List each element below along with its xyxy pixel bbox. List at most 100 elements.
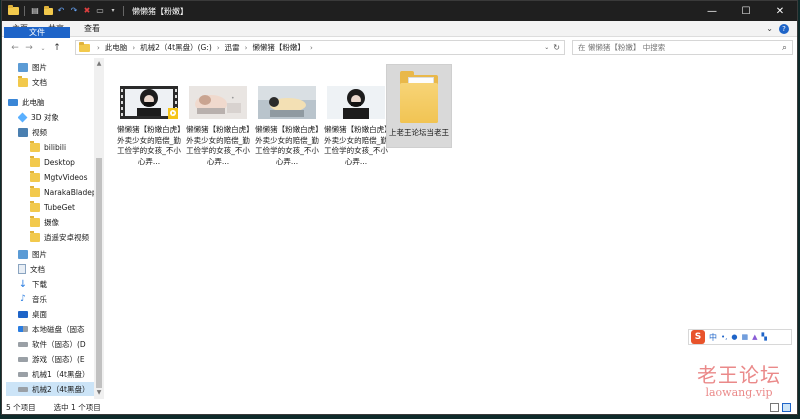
properties-icon[interactable]: ▤ — [30, 6, 40, 16]
recent-locations-icon[interactable]: ⌄ — [36, 41, 50, 55]
ime-language-toggle[interactable]: 中 — [709, 332, 717, 343]
details-view-icon[interactable] — [770, 403, 779, 412]
delete-icon[interactable]: ✖ — [82, 6, 92, 16]
item-count: 5 个项目 — [6, 403, 36, 412]
breadcrumb-xunlei[interactable]: 迅雷 — [225, 42, 240, 53]
tab-view[interactable]: 查看 — [74, 21, 110, 36]
mic-icon[interactable]: ● — [731, 333, 737, 341]
chevron-right-icon[interactable]: › — [97, 44, 100, 52]
music-icon: ♪ — [20, 293, 26, 304]
search-input[interactable] — [578, 43, 782, 52]
chevron-right-icon[interactable]: › — [217, 44, 220, 52]
nav-item-pictures[interactable]: 图片 — [18, 247, 106, 261]
keyboard-icon[interactable]: ▦ — [741, 333, 748, 341]
drive-icon — [18, 356, 28, 362]
nav-item-videos[interactable]: 视频 — [18, 125, 106, 139]
folder-icon — [8, 5, 19, 15]
folder-icon — [400, 71, 438, 125]
folder-icon — [30, 140, 40, 152]
customize-toolbar-icon[interactable]: ▾ — [108, 6, 118, 16]
nav-item-desktop[interactable]: 桌面 — [18, 307, 106, 321]
back-arrow-icon[interactable]: ← — [8, 41, 22, 55]
divider — [123, 6, 124, 16]
nav-pane-scrollbar[interactable]: ▲ ▼ — [94, 58, 104, 399]
pc-icon — [8, 98, 18, 106]
nav-item-downloads[interactable]: ↓ 下载 — [18, 277, 106, 291]
chevron-down-icon[interactable]: ⌄ — [544, 44, 549, 51]
file-list: 懒懒猪【粉嫩白虎】外卖少女的赔偿_勤工俭学的女孩_不小心弄... • 懒懒猪【粉… — [106, 58, 797, 399]
file-item[interactable]: 懒懒猪【粉嫩白虎】外卖少女的赔偿_勤工俭学的女孩_不小心弄... — [116, 64, 182, 174]
video-thumbnail — [120, 86, 178, 119]
file-name: 懒懒猪【粉嫩白虎】外卖少女的赔偿_勤工俭学的女孩_不小心弄... — [255, 125, 319, 166]
file-item[interactable]: 懒懒猪【粉嫩白虎】外卖少女的赔偿_勤工俭学的女孩_不小心弄... — [254, 64, 320, 174]
up-arrow-icon[interactable]: ↑ — [50, 41, 64, 55]
forward-arrow-icon[interactable]: → — [22, 41, 36, 55]
drive-icon — [18, 341, 28, 347]
scrollbar-thumb[interactable] — [96, 158, 102, 388]
help-icon[interactable]: ? — [779, 23, 789, 34]
video-thumbnail: • — [189, 86, 247, 119]
file-item[interactable]: 懒懒猪【粉嫩白虎】外卖少女的赔偿_勤工俭学的女孩_不小心弄... — [323, 64, 389, 174]
chevron-right-icon[interactable]: › — [245, 44, 248, 52]
folder-item[interactable]: 上老王论坛当老王 — [386, 64, 452, 148]
folder-icon — [30, 185, 40, 197]
ribbon-tabs: 文件 主页 共享 查看 ⌄ ? — [2, 21, 797, 137]
refresh-icon[interactable]: ↻ — [553, 43, 560, 52]
divider — [24, 6, 25, 16]
address-actions: ⌄ ↻ — [544, 43, 564, 52]
search-box[interactable]: ⌕ — [572, 40, 793, 55]
skin-icon[interactable]: ▲ — [752, 333, 757, 341]
file-name: 懒懒猪【粉嫩白虎】外卖少女的赔偿_勤工俭学的女孩_不小心弄... — [186, 125, 250, 166]
ime-toolbar: S 中 •, ● ▦ ▲ ▚ — [688, 329, 792, 345]
status-bar: 5 个项目 选中 1 个项目 — [2, 399, 797, 414]
breadcrumb-this-pc[interactable]: 此电脑 — [105, 42, 128, 53]
rename-icon[interactable]: ▭ — [95, 6, 105, 16]
nav-item-this-pc[interactable]: 此电脑 — [8, 95, 100, 109]
watermark-text: 老王论坛 — [697, 363, 781, 387]
address-bar[interactable]: › 此电脑 › 机械2（4t黑盘）(G:) › 迅雷 › 懒懒猪【粉嫩】 › ⌄… — [75, 40, 565, 55]
ime-punctuation-toggle[interactable]: •, — [721, 333, 727, 341]
scroll-down-icon[interactable]: ▼ — [94, 389, 104, 396]
nav-item-documents-pinned[interactable]: 文档 — [18, 75, 106, 89]
sogou-logo-icon[interactable]: S — [691, 330, 705, 344]
file-item[interactable]: • 懒懒猪【粉嫩白虎】外卖少女的赔偿_勤工俭学的女孩_不小心弄... — [185, 64, 251, 174]
nav-item-drive-mech1[interactable]: 机械1（4t黑盘） — [18, 367, 94, 381]
chevron-right-icon[interactable]: › — [310, 44, 313, 52]
nav-item-pictures-pinned[interactable]: 图片 — [18, 60, 106, 74]
redo-icon[interactable]: ↷ — [69, 6, 79, 16]
breadcrumb-current-folder[interactable]: 懒懒猪【粉嫩】 — [252, 42, 305, 53]
nav-item-local-disk-c[interactable]: 本地磁盘（固态 — [18, 322, 94, 336]
nav-item-music[interactable]: ♪ 音乐 — [18, 292, 106, 306]
breadcrumb-drive[interactable]: 机械2（4t黑盘）(G:) — [140, 42, 212, 53]
scroll-up-icon[interactable]: ▲ — [94, 60, 104, 67]
desktop-icon — [18, 310, 28, 318]
folder-icon — [30, 155, 40, 167]
close-button[interactable]: ✕ — [763, 1, 797, 21]
watermark: 老王论坛 laowang.vip — [680, 364, 798, 399]
chevron-down-icon[interactable]: ⌄ — [766, 24, 773, 33]
grid-icon[interactable]: ▚ — [761, 333, 766, 341]
maximize-button[interactable]: ☐ — [729, 1, 763, 21]
folder-icon — [18, 75, 28, 87]
file-name: 懒懒猪【粉嫩白虎】外卖少女的赔偿_勤工俭学的女孩_不小心弄... — [117, 125, 181, 166]
pictures-icon — [18, 249, 28, 259]
folder-icon — [30, 215, 40, 227]
minimize-button[interactable]: — — [695, 1, 729, 21]
window-title: 懒懒猪【粉嫩】 — [132, 6, 188, 16]
undo-icon[interactable]: ↶ — [56, 6, 66, 16]
nav-item-documents[interactable]: 文档 — [18, 262, 106, 276]
chevron-right-icon[interactable]: › — [132, 44, 135, 52]
drive-icon — [18, 386, 28, 392]
new-folder-icon[interactable] — [43, 5, 53, 16]
nav-item-narakabladep[interactable]: NarakaBladep — [30, 185, 94, 199]
nav-item-3d-objects[interactable]: 3D 对象 — [18, 110, 106, 124]
watermark-url: laowang.vip — [705, 386, 773, 399]
nav-item-drive-mech2[interactable]: 机械2（4t黑盘） — [6, 382, 94, 396]
nav-item-drive-d[interactable]: 软件（固态）(D — [18, 337, 94, 351]
nav-item-drive-e[interactable]: 游戏（固态）(E — [18, 352, 94, 366]
title-bar: ▤ ↶ ↷ ✖ ▭ ▾ 懒懒猪【粉嫩】 — ☐ ✕ — [2, 1, 797, 21]
nav-item-xiaoyao-videos[interactable]: 逍遥安卓视频 — [30, 230, 94, 244]
search-icon[interactable]: ⌕ — [782, 43, 792, 53]
large-icons-view-icon[interactable] — [782, 403, 791, 412]
view-switcher — [770, 403, 797, 412]
